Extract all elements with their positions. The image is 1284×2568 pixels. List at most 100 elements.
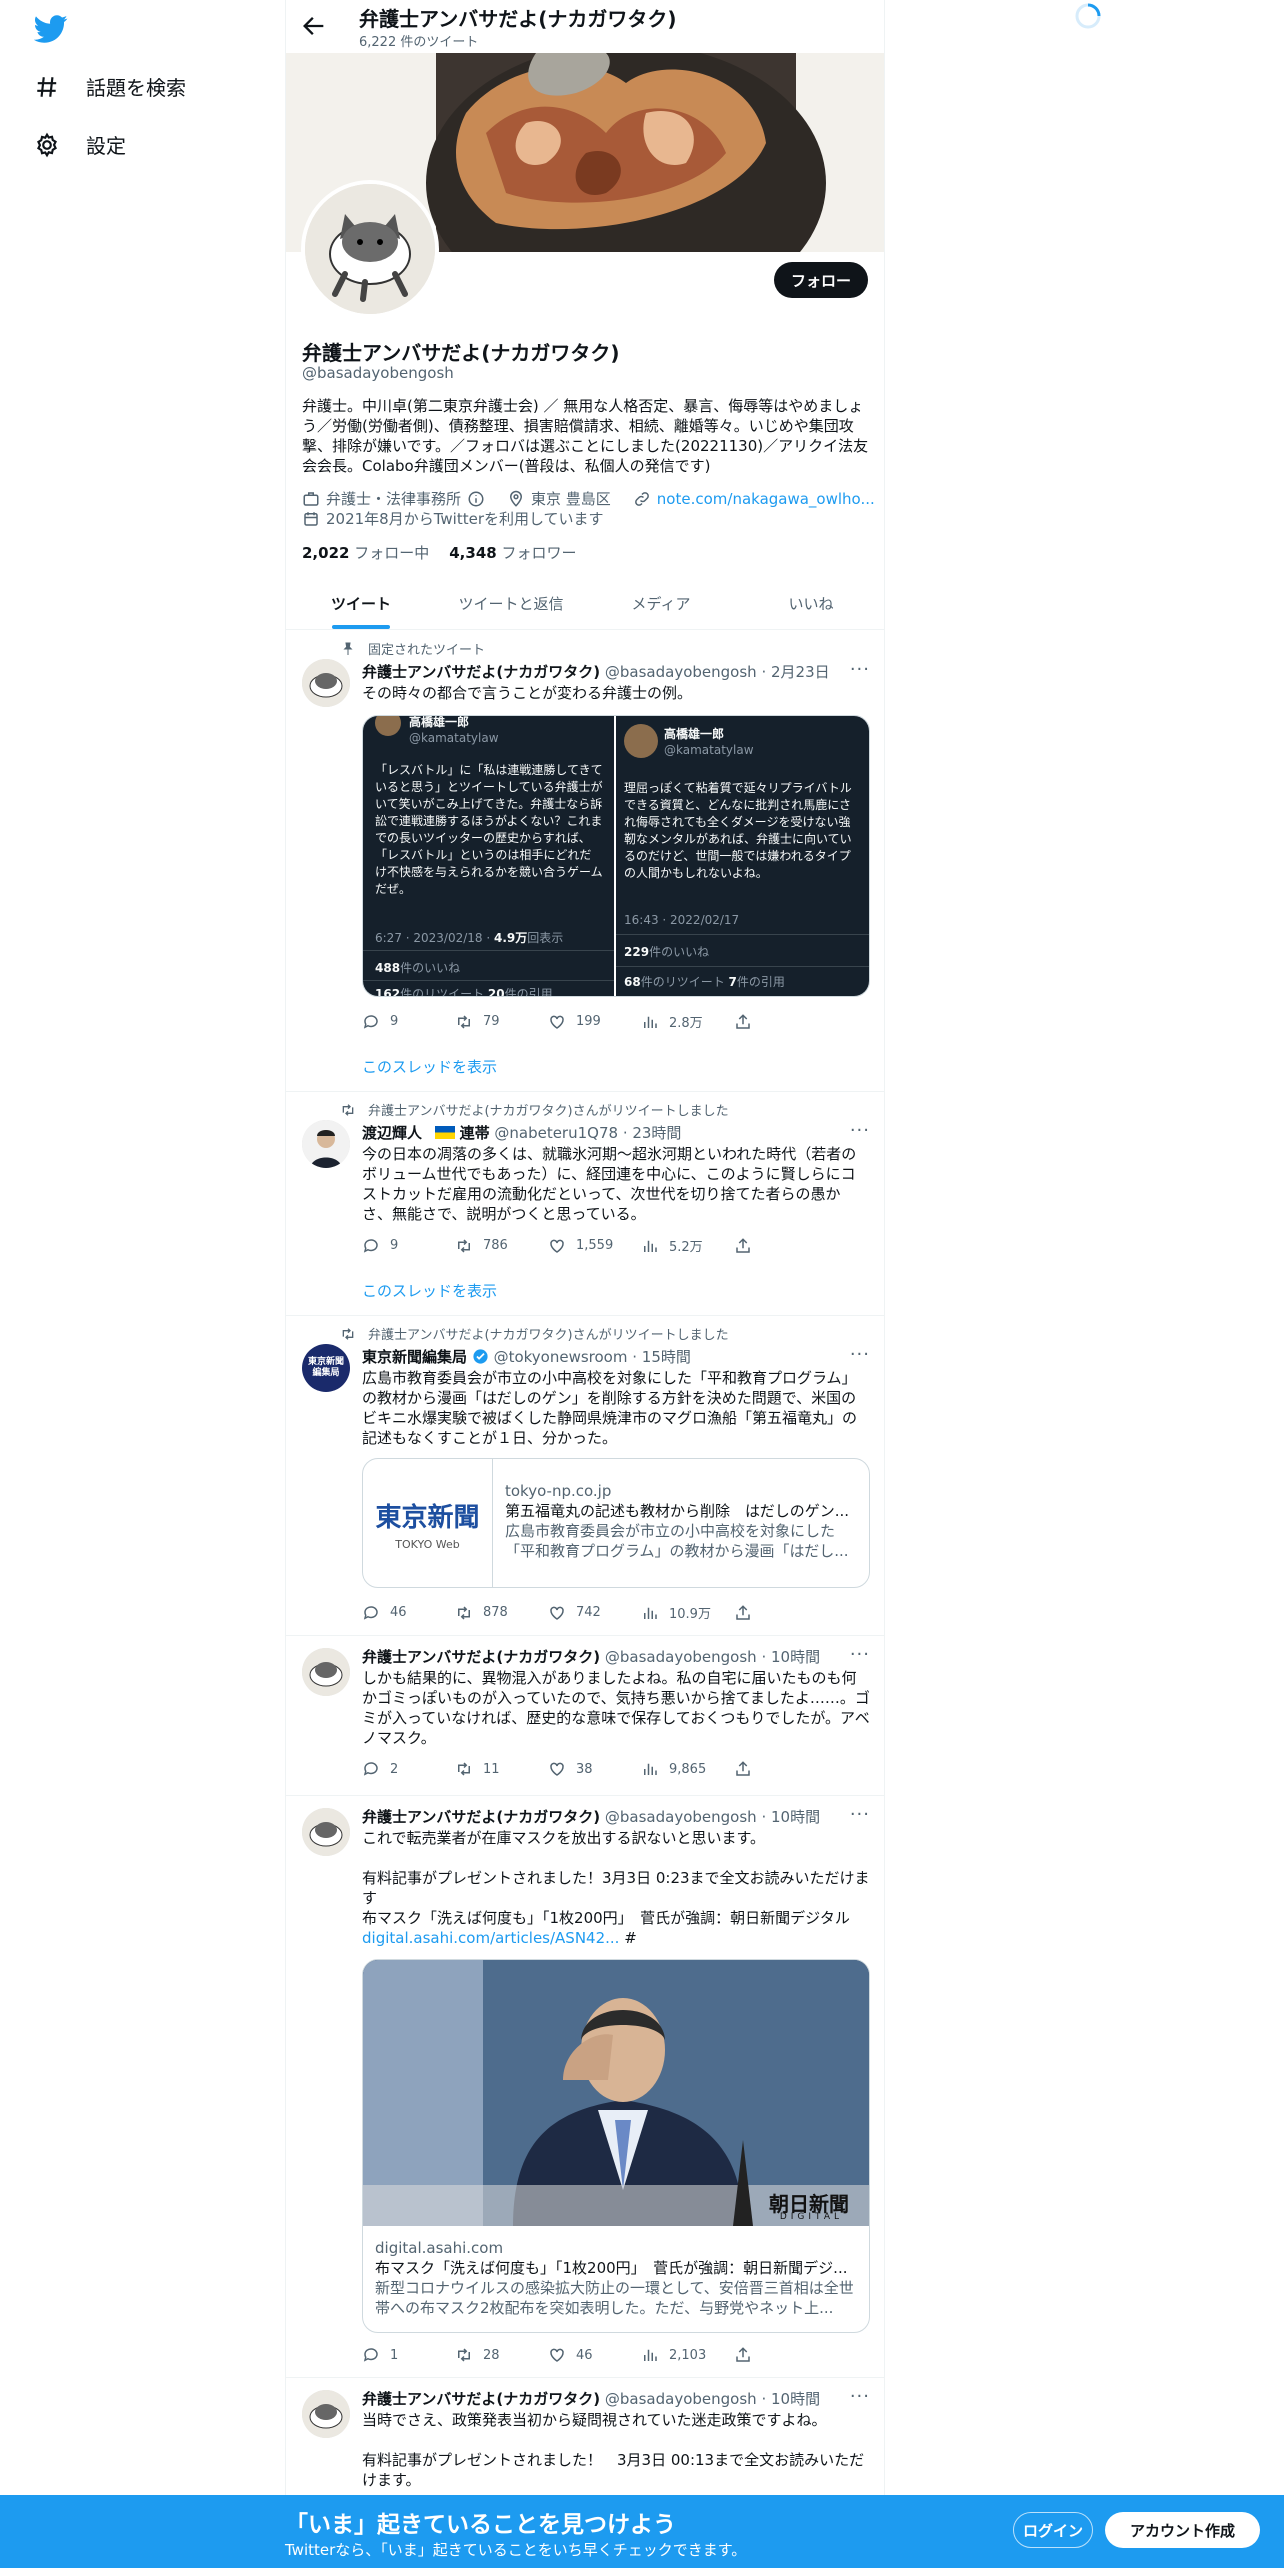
hashtag-link[interactable]: # [624,1929,637,1947]
share-icon [736,2347,750,2362]
avatar[interactable] [302,1120,350,1168]
share-button[interactable] [734,1012,827,1031]
bar-chart-icon [644,1763,657,1775]
tab-tweets-replies[interactable]: ツイートと返信 [436,577,586,629]
tweet-meta[interactable]: @basadayobengosh · 10時間 [605,1808,820,1826]
retweet-icon [342,1103,354,1116]
tweet-meta[interactable]: @basadayobengosh · 10時間 [605,2390,820,2408]
reply-button[interactable]: 9 [362,1012,455,1031]
tweet-author-name[interactable]: 東京新聞編集局 [362,1348,467,1366]
profile-url-link[interactable]: note.com/nakagawa_owlho... [657,490,875,508]
more-options-icon[interactable]: ··· [850,659,870,680]
retweet-button[interactable]: 28 [455,2346,548,2364]
more-options-icon[interactable]: ··· [850,1120,870,1141]
show-thread-link[interactable]: このスレッドを表示 [362,1280,497,1301]
tweet-retweet-watanabe[interactable]: 弁護士アンバサだよ(ナカガワタク)さんがリツイートしました 渡辺輝人 連帯 @n… [286,1092,884,1316]
link-card[interactable]: 東京新聞 TOKYO Web tokyo-np.co.jp 第五福竜丸の記述も教… [362,1458,870,1588]
retweet-button[interactable]: 11 [455,1760,548,1778]
pinned-label: 固定されたツイート [334,639,485,658]
like-button[interactable]: 742 [548,1603,641,1622]
views-button[interactable]: 2.8万 [641,1012,734,1031]
tab-tweets[interactable]: ツイート [286,577,436,629]
nav-explore[interactable]: 話題を検索 [34,72,186,101]
embedded-screenshot-right[interactable]: 高橋雄一郎 @kamatatylaw 理屈っぽくて粘着質で延々リプライバトルでき… [616,716,869,996]
retweet-button[interactable]: 786 [455,1236,548,1255]
tweet-actions: 9 786 1,559 5.2万 [362,1236,827,1255]
avatar[interactable] [302,659,350,707]
retweet-button[interactable]: 878 [455,1603,548,1622]
tweet-meta[interactable]: @nabeteru1Q78 · 23時間 [494,1124,681,1142]
tweet-pinned[interactable]: 固定されたツイート 弁護士アンバサだよ(ナカガワタク) @basadayoben… [286,631,884,1092]
tweet-images[interactable]: 高橋雄一郎 @kamatatylaw 「レスバトル」に「私は連戦連勝してきている… [362,715,870,997]
views-button[interactable]: 2,103 [641,2346,734,2364]
follow-button[interactable]: フォロー [774,262,868,298]
views-button[interactable]: 9,865 [641,1760,734,1778]
profile-header-bar: 弁護士アンバサだよ(ナカガワタク) 6,222 件のツイート [286,0,884,53]
tab-media[interactable]: メディア [586,577,736,629]
info-icon[interactable] [467,490,485,508]
like-button[interactable]: 38 [548,1760,641,1778]
tweet-own-2[interactable]: 弁護士アンバサだよ(ナカガワタク) @basadayobengosh · 10時… [286,1796,884,2378]
followers-link[interactable]: 4,348 フォロワー [449,542,576,563]
show-thread-link[interactable]: このスレッドを表示 [362,1056,497,1077]
tweet-text: しかも結果的に、異物混入がありましたよね。私の自宅に届いたものも何かゴミっぽいも… [362,1669,870,1747]
reply-button[interactable]: 46 [362,1603,455,1622]
reply-button[interactable]: 1 [362,2346,455,2364]
like-button[interactable]: 46 [548,2346,641,2364]
tweet-text: これで転売業者が在庫マスクを放出する訳ないと思います。 有料記事がプレゼントされ… [362,1829,870,1947]
tweet-meta[interactable]: @basadayobengosh · 10時間 [605,1648,820,1666]
share-button[interactable] [734,1236,827,1255]
back-arrow-icon[interactable] [300,12,328,40]
nav-explore-label: 話題を検索 [86,76,186,100]
tweet-header: 弁護士アンバサだよ(ナカガワタク) @basadayobengosh · 10時… [362,2388,820,2409]
twitter-logo-icon[interactable] [34,12,68,46]
share-button[interactable] [734,1603,827,1622]
tweet-author-name[interactable]: 渡辺輝人 [362,1124,422,1142]
signup-button[interactable]: アカウント作成 [1105,2512,1260,2548]
reply-button[interactable]: 9 [362,1236,455,1255]
avatar[interactable]: 東京新聞 編集局 [302,1344,350,1392]
tweet-author-name[interactable]: 弁護士アンバサだよ(ナカガワタク) [362,1808,600,1826]
like-button[interactable]: 199 [548,1012,641,1031]
retweet-icon [458,1014,470,1029]
retweet-button[interactable]: 79 [455,1012,548,1031]
avatar[interactable] [302,1808,350,1856]
tweet-own-1[interactable]: 弁護士アンバサだよ(ナカガワタク) @basadayobengosh · 10時… [286,1636,884,1796]
tweet-meta[interactable]: @tokyonewsroom · 15時間 [494,1348,691,1366]
following-link[interactable]: 2,022 フォロー中 [302,542,429,563]
share-button[interactable] [734,2346,827,2364]
bar-chart-icon [644,1240,657,1252]
reply-button[interactable]: 2 [362,1760,455,1778]
tweet-author-name[interactable]: 弁護士アンバサだよ(ナカガワタク) [362,663,600,681]
tab-likes[interactable]: いいね [736,577,884,629]
tweet-actions: 1 28 46 2,103 [362,2346,827,2364]
link-card[interactable]: 朝日新聞 DIGITAL digital.asahi.com 布マスク「洗えば何… [362,1959,870,2333]
tweet-retweet-tokyonews[interactable]: 弁護士アンバサだよ(ナカガワタク)さんがリツイートしました 東京新聞 編集局 東… [286,1316,884,1636]
views-button[interactable]: 5.2万 [641,1236,734,1255]
signup-banner: 「いま」起きていることを見つけよう Twitterなら、「いま」起きていることを… [0,2495,1284,2568]
avatar[interactable] [302,1648,350,1696]
views-button[interactable]: 10.9万 [641,1603,734,1622]
tweet-author-name[interactable]: 弁護士アンバサだよ(ナカガワタク) [362,2390,600,2408]
more-options-icon[interactable]: ··· [850,1804,870,1825]
embedded-screenshot-left[interactable]: 高橋雄一郎 @kamatatylaw 「レスバトル」に「私は連戦連勝してきている… [363,716,614,996]
more-options-icon[interactable]: ··· [850,2386,870,2407]
hashtag-icon [37,76,57,97]
flag-icon [434,1126,455,1139]
login-button[interactable]: ログイン [1013,2512,1093,2548]
card-image: 朝日新聞 DIGITAL [363,1960,869,2226]
more-options-icon[interactable]: ··· [850,1644,870,1665]
share-icon [736,1761,750,1776]
tweet-author-name[interactable]: 弁護士アンバサだよ(ナカガワタク) [362,1648,600,1666]
profile-avatar[interactable] [301,180,439,318]
article-link[interactable]: digital.asahi.com/articles/ASN42... [362,1929,619,1947]
like-button[interactable]: 1,559 [548,1236,641,1255]
nav-settings[interactable]: 設定 [34,130,126,159]
share-button[interactable] [734,1760,827,1778]
avatar [624,724,658,758]
tweet-meta[interactable]: @basadayobengosh · 2月23日 [605,663,830,681]
avatar[interactable] [302,2390,350,2438]
more-options-icon[interactable]: ··· [850,1344,870,1365]
signup-banner-title: 「いま」起きていることを見つけよう [285,2512,676,2538]
profile-meta-row: 弁護士・法律事務所 東京 豊島区 note.com/nakagawa_owlho… [302,488,875,509]
